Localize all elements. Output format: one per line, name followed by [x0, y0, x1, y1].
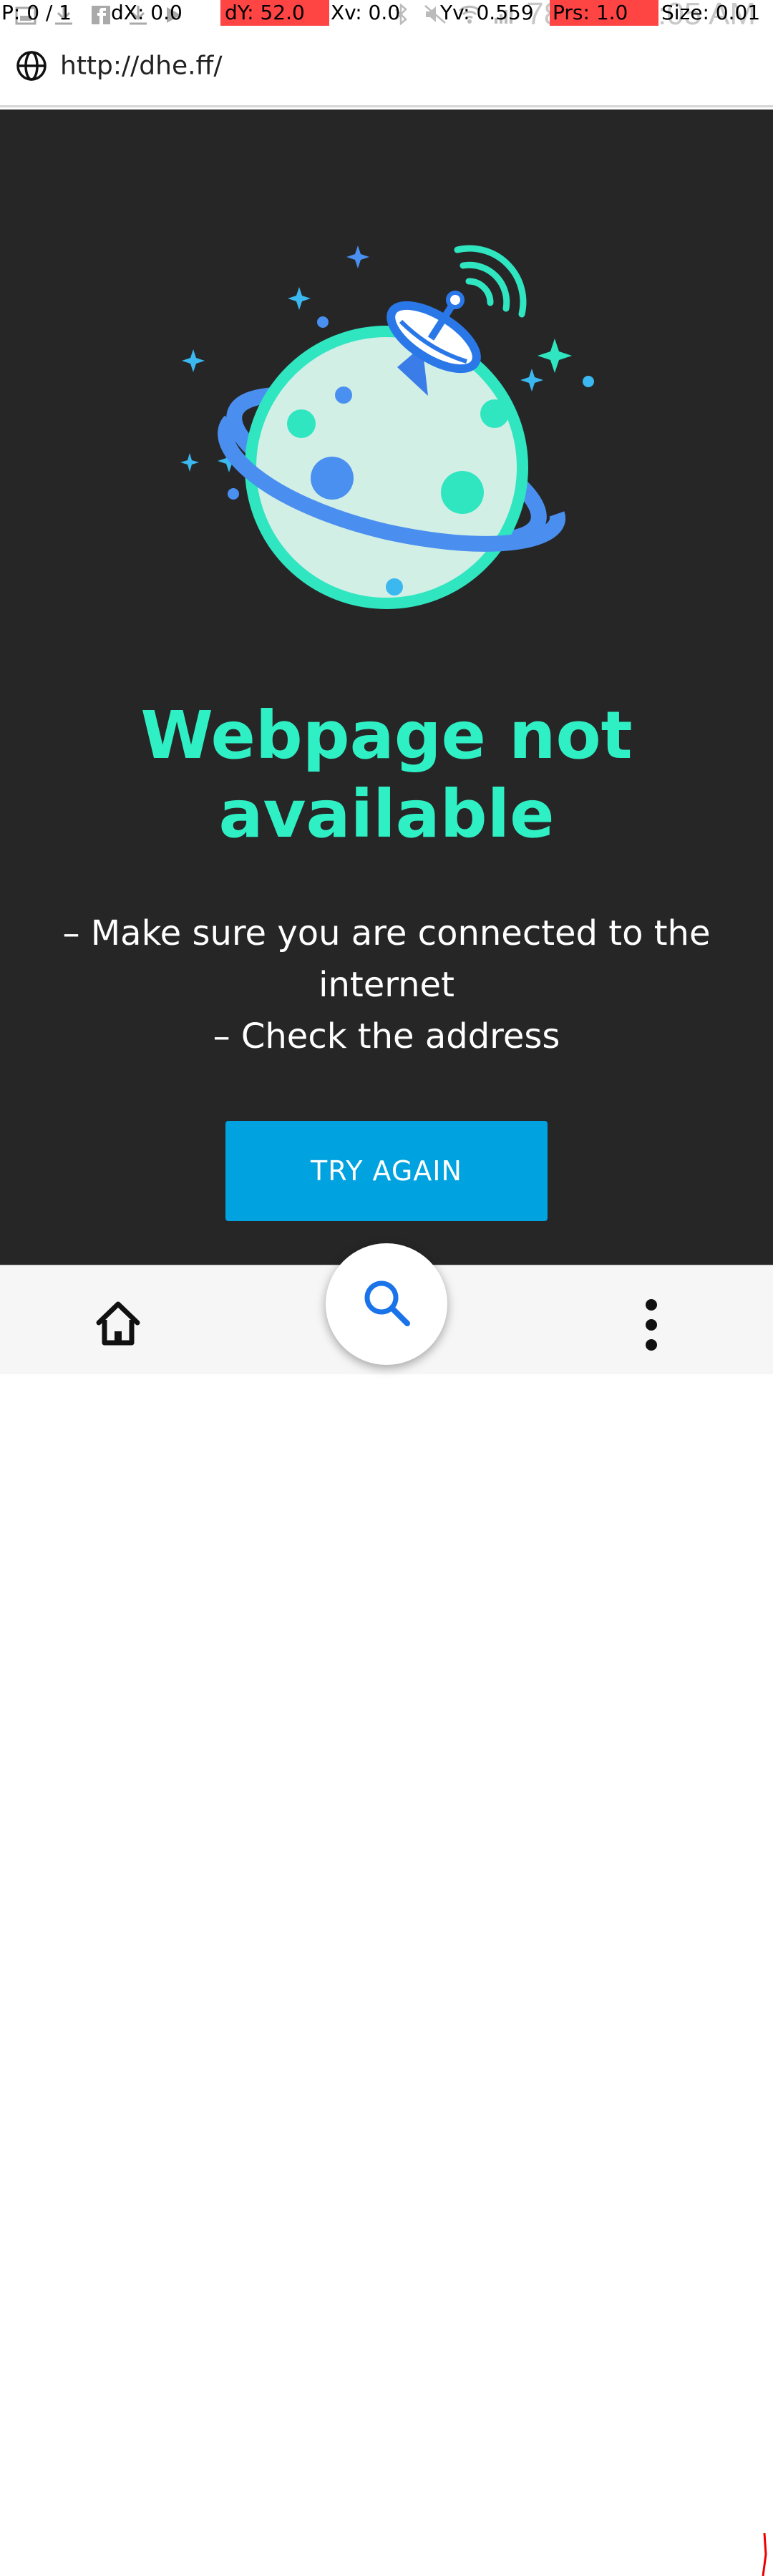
- try-again-button[interactable]: TRY AGAIN: [225, 1121, 548, 1221]
- status-bar: 78% 11:05 AM P: 0 / 1 dX: 0.0 dY: 52.0 X…: [0, 0, 773, 29]
- planet-satellite-illustration: [180, 245, 594, 609]
- debug-prs: Prs: 1.0: [550, 0, 658, 26]
- more-vert-icon[interactable]: [630, 1296, 673, 1353]
- url-text[interactable]: http://dhe.ff/: [60, 52, 222, 81]
- home-icon[interactable]: [93, 1298, 143, 1348]
- error-title: Webpage not available: [0, 696, 773, 854]
- hint-connection-cont: internet: [319, 965, 454, 1005]
- search-icon: [364, 1280, 410, 1326]
- error-title-line2: available: [218, 776, 555, 852]
- hint-address: – Check the address: [213, 1016, 560, 1056]
- hint-connection: – Make sure you are connected to the: [62, 913, 711, 953]
- debug-dy: dY: 52.0: [220, 0, 329, 26]
- debug-size: Size: 0.01: [661, 1, 761, 24]
- facebook-icon: [92, 6, 110, 24]
- debug-dx: dX: 0.0: [111, 1, 183, 24]
- debug-xv: Xv: 0.0: [331, 1, 401, 24]
- error-hints: – Make sure you are connected to the int…: [57, 908, 716, 1062]
- debug-pointer: P: 0 / 1: [1, 1, 72, 24]
- globe-icon: [16, 51, 47, 81]
- error-page: Webpage not available – Make sure you ar…: [0, 110, 773, 1265]
- error-title-line1: Webpage not: [140, 697, 633, 774]
- address-bar[interactable]: http://dhe.ff/: [0, 29, 773, 107]
- edge-marker: [762, 2533, 767, 2576]
- search-button[interactable]: [326, 1243, 447, 1365]
- debug-yv: Yv: 0.559: [440, 1, 534, 24]
